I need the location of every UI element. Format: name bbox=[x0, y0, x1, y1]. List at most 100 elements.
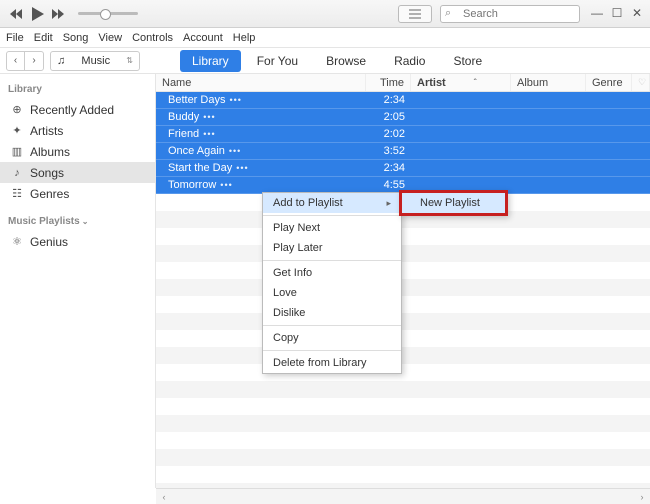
list-view-button[interactable] bbox=[398, 5, 432, 23]
content-area: Name Time Artist ˆ Album Genre ♡ Better D… bbox=[156, 74, 650, 488]
back-button[interactable]: ‹ bbox=[7, 52, 25, 70]
ctx-play-next[interactable]: Play Next bbox=[263, 218, 401, 238]
media-picker[interactable]: ♫ Music ⇅ bbox=[50, 51, 140, 71]
track-time: 2:34 bbox=[366, 162, 411, 174]
sidebar-item-songs[interactable]: ♪ Songs bbox=[0, 162, 155, 183]
sidebar-item-genres[interactable]: ☷Genres bbox=[0, 183, 155, 204]
menu-account[interactable]: Account bbox=[183, 32, 223, 44]
playback-controls bbox=[10, 7, 66, 21]
menu-view[interactable]: View bbox=[98, 32, 122, 44]
media-label: Music bbox=[81, 55, 110, 67]
tab-library[interactable]: Library bbox=[180, 50, 241, 72]
track-time: 3:52 bbox=[366, 145, 411, 157]
maximize-button[interactable]: ☐ bbox=[608, 6, 626, 22]
sidebar-section-library: Library bbox=[0, 80, 155, 99]
ctx-play-later[interactable]: Play Later bbox=[263, 238, 401, 258]
updown-icon: ⇅ bbox=[126, 56, 133, 65]
menu-separator bbox=[263, 215, 401, 216]
ctx-dislike[interactable]: Dislike bbox=[263, 303, 401, 323]
table-row[interactable]: Better Days ••• 2:34 bbox=[156, 92, 650, 109]
col-genre[interactable]: Genre bbox=[586, 74, 632, 91]
sidebar-item-label: Recently Added bbox=[30, 103, 114, 117]
ctx-get-info[interactable]: Get Info bbox=[263, 263, 401, 283]
table-row[interactable]: Start the Day ••• 2:34 bbox=[156, 160, 650, 177]
tab-store[interactable]: Store bbox=[441, 50, 494, 72]
track-rows: Better Days•••2:34 Buddy•••2:05 Friend••… bbox=[156, 92, 650, 488]
more-icon[interactable]: ••• bbox=[220, 180, 232, 190]
chevron-down-icon: ⌄ bbox=[82, 217, 89, 226]
track-name: Better Days bbox=[168, 94, 225, 106]
sidebar-item-artists[interactable]: ✦ Artists bbox=[0, 120, 155, 141]
track-name: Once Again bbox=[168, 145, 225, 157]
note-icon: ♪ bbox=[10, 167, 24, 179]
minimize-button[interactable]: — bbox=[588, 6, 606, 22]
window-controls: — ☐ ✕ bbox=[588, 6, 646, 22]
sidebar: Library ⊕ Recently Added ✦ Artists ▥Albums… bbox=[0, 74, 156, 488]
menu-controls[interactable]: Controls bbox=[132, 32, 173, 44]
table-row[interactable]: Once Again ••• 3:52 bbox=[156, 143, 650, 160]
next-track-icon[interactable] bbox=[52, 9, 66, 19]
chevron-right-icon: ▸ bbox=[386, 198, 391, 209]
tab-browse[interactable]: Browse bbox=[314, 50, 378, 72]
mic-icon: ✦ bbox=[10, 124, 24, 137]
sidebar-item-albums[interactable]: ▥Albums bbox=[0, 141, 155, 162]
more-icon[interactable]: ••• bbox=[203, 112, 215, 122]
track-time: 2:34 bbox=[366, 94, 411, 106]
menu-separator bbox=[263, 350, 401, 351]
search-wrap: ⌕ bbox=[440, 5, 580, 23]
toolbar-row: ‹ › ♫ Music ⇅ Library For You Browse Rad… bbox=[0, 48, 650, 74]
scroll-left-icon[interactable]: ‹ bbox=[156, 492, 172, 502]
close-button[interactable]: ✕ bbox=[628, 6, 646, 22]
submenu-new-playlist[interactable]: New Playlist bbox=[402, 193, 505, 213]
tab-radio[interactable]: Radio bbox=[382, 50, 437, 72]
col-name[interactable]: Name bbox=[156, 74, 366, 91]
sidebar-item-label: Artists bbox=[30, 124, 63, 138]
track-time: 2:02 bbox=[366, 128, 411, 140]
scroll-right-icon[interactable]: › bbox=[634, 492, 650, 502]
more-icon[interactable]: ••• bbox=[236, 163, 248, 173]
prev-track-icon[interactable] bbox=[10, 9, 24, 19]
col-artist[interactable]: Artist ˆ bbox=[411, 74, 511, 91]
list-icon bbox=[409, 9, 421, 19]
nav-buttons: ‹ › bbox=[6, 51, 44, 71]
guitar-icon: ☷ bbox=[10, 187, 24, 200]
sidebar-section-playlists[interactable]: Music Playlists⌄ bbox=[0, 212, 155, 231]
tab-foryou[interactable]: For You bbox=[245, 50, 310, 72]
col-time[interactable]: Time bbox=[366, 74, 411, 91]
more-icon[interactable]: ••• bbox=[203, 129, 215, 139]
sidebar-item-label: Songs bbox=[30, 166, 64, 180]
context-menu: Add to Playlist▸ Play Next Play Later Ge… bbox=[262, 192, 402, 374]
menu-file[interactable]: File bbox=[6, 32, 24, 44]
more-icon[interactable]: ••• bbox=[229, 95, 241, 105]
ctx-delete[interactable]: Delete from Library bbox=[263, 353, 401, 373]
genius-icon: ⚛ bbox=[10, 235, 24, 248]
ctx-add-to-playlist[interactable]: Add to Playlist▸ bbox=[263, 193, 401, 213]
menu-separator bbox=[263, 260, 401, 261]
menu-edit[interactable]: Edit bbox=[34, 32, 53, 44]
play-icon[interactable] bbox=[32, 7, 44, 21]
col-album[interactable]: Album bbox=[511, 74, 586, 91]
more-icon[interactable]: ••• bbox=[229, 146, 241, 156]
sort-caret-icon: ˆ bbox=[474, 78, 477, 87]
menu-song[interactable]: Song bbox=[63, 32, 89, 44]
clock-icon: ⊕ bbox=[10, 103, 24, 116]
table-row[interactable]: Buddy•••2:05 bbox=[156, 109, 650, 126]
col-loved[interactable]: ♡ bbox=[632, 74, 650, 91]
ctx-love[interactable]: Love bbox=[263, 283, 401, 303]
sidebar-item-genius[interactable]: ⚛Genius bbox=[0, 231, 155, 252]
ctx-copy[interactable]: Copy bbox=[263, 328, 401, 348]
volume-slider[interactable] bbox=[78, 12, 138, 15]
album-icon: ▥ bbox=[10, 145, 24, 158]
submenu-playlist: New Playlist bbox=[399, 190, 508, 216]
nav-tabs: Library For You Browse Radio Store bbox=[180, 50, 494, 72]
column-headers: Name Time Artist ˆ Album Genre ♡ bbox=[156, 74, 650, 92]
forward-button[interactable]: › bbox=[25, 52, 43, 70]
music-icon: ♫ bbox=[57, 55, 65, 67]
track-name: Start the Day bbox=[168, 162, 232, 174]
search-input[interactable] bbox=[440, 5, 580, 23]
col-artist-label: Artist bbox=[417, 77, 446, 89]
menu-help[interactable]: Help bbox=[233, 32, 256, 44]
table-row[interactable]: Friend•••2:02 bbox=[156, 126, 650, 143]
sidebar-item-recently-added[interactable]: ⊕ Recently Added bbox=[0, 99, 155, 120]
horizontal-scrollbar[interactable]: ‹ › bbox=[156, 488, 650, 504]
